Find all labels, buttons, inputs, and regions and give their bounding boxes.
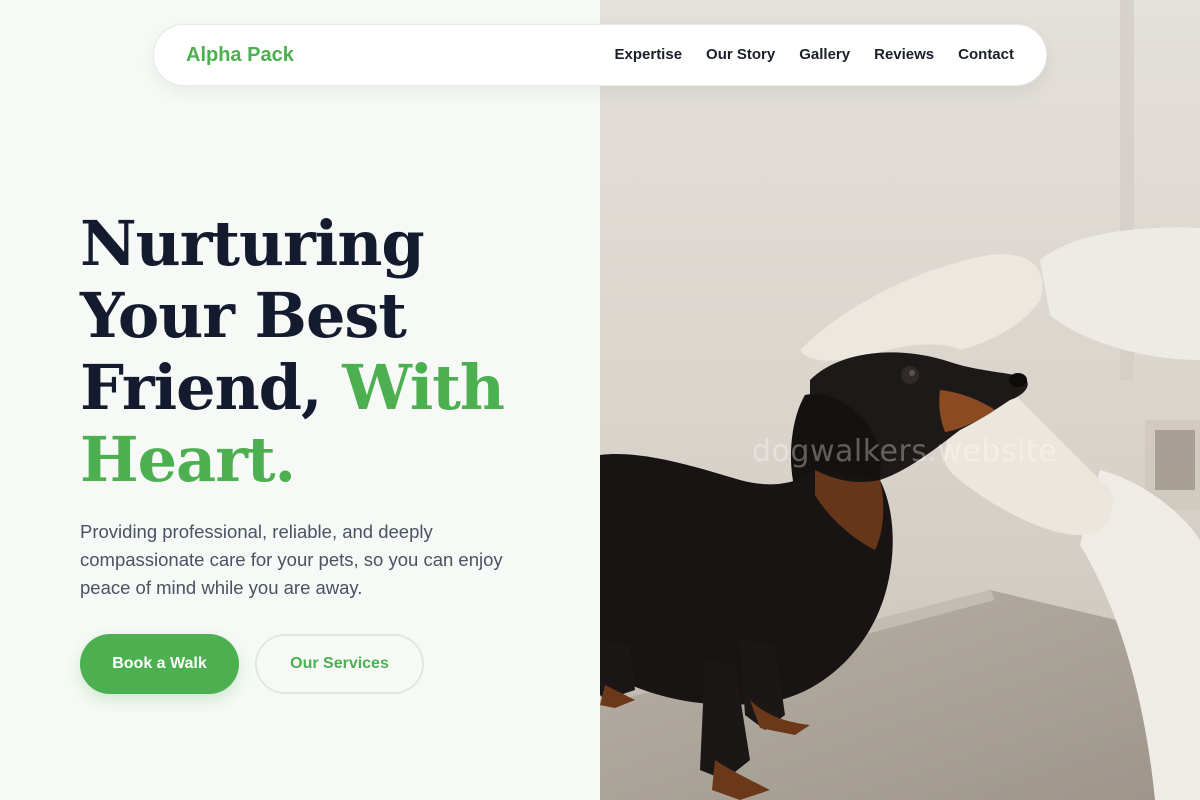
nav-link-gallery[interactable]: Gallery <box>799 46 850 63</box>
hero-description: Providing professional, reliable, and de… <box>80 521 503 598</box>
nav-links: Expertise Our Story Gallery Reviews Cont… <box>615 46 1015 63</box>
hero-title-line2: Your Best <box>80 279 407 352</box>
brand-logo-text[interactable]: Alpha Pack <box>186 44 294 67</box>
dachshund-vet-illustration <box>600 0 1200 800</box>
hero-photo <box>600 0 1200 800</box>
nav-link-contact[interactable]: Contact <box>958 46 1014 63</box>
hero-title-accent-with: With <box>342 351 505 424</box>
hero-title: Nurturing Your Best Friend, With Heart. <box>80 208 580 496</box>
hero-title-line3: Friend, <box>80 351 343 424</box>
nav-link-reviews[interactable]: Reviews <box>874 46 934 63</box>
our-services-button[interactable]: Our Services <box>255 634 424 694</box>
nav-link-expertise[interactable]: Expertise <box>615 46 683 63</box>
watermark-text: dogwalkers.website <box>752 434 1058 469</box>
book-a-walk-button[interactable]: Book a Walk <box>80 634 239 694</box>
hero-title-line1: Nurturing <box>80 207 425 280</box>
hero-title-accent-heart: Heart. <box>80 423 296 496</box>
top-navbar: Alpha Pack Expertise Our Story Gallery R… <box>153 24 1047 86</box>
nav-link-our-story[interactable]: Our Story <box>706 46 775 63</box>
